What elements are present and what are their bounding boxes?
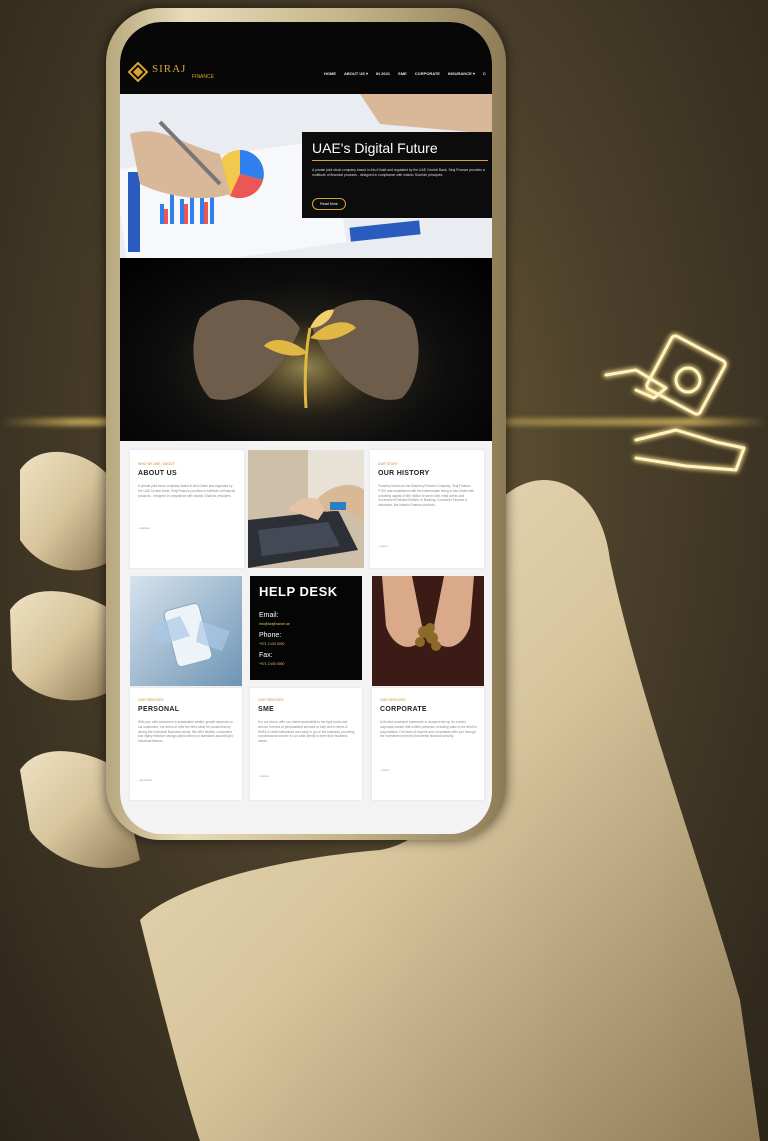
hero-title: UAE's Digital Future [312,140,438,156]
fax-value: +971 2 x00 0000 [259,662,285,666]
phone-value[interactable]: +971 2 x00 0000 [259,642,284,646]
personal-eyebrow: OUR SERVICES [138,698,164,702]
email-value[interactable]: info@sirajfinance.ae [259,622,290,626]
about-text: A private joint stock company based in A… [138,484,236,498]
about-us-card[interactable]: WHO WE ARE / ABOUT ABOUT US A private jo… [130,450,244,568]
nav-item-home[interactable]: HOME [324,71,336,76]
history-link[interactable]: › Learn [378,544,388,548]
hero-description: A private joint stock company based in A… [312,168,485,177]
nav-item-2021[interactable]: IN 2021 [376,71,390,76]
laptop-card-image [248,450,364,568]
our-history-card[interactable]: OUR STORY OUR HISTORY Formerly known as … [370,450,484,568]
nav-item-sme[interactable]: SME [398,71,407,76]
nav-item-corporate[interactable]: CORPORATE [415,71,440,76]
corporate-card[interactable]: OUR SERVICES CORPORATE In its fast consi… [372,688,484,800]
email-label: Email: [259,612,279,619]
personal-card[interactable]: OUR SERVICES PERSONAL With you, with cus… [130,688,242,800]
sme-eyebrow: OUR SERVICES [258,698,284,702]
hands-plant-image [193,299,419,418]
corporate-eyebrow: OUR SERVICES [380,698,406,702]
logo-subtext: FINANCE [192,74,214,80]
sme-title: SME [258,706,275,713]
phone-hologram-image [130,576,242,686]
page-bottom-strip [120,804,492,834]
history-text: Formerly known as the Mashreq Finance Co… [378,484,475,508]
growth-image-band [120,258,492,441]
nav-item-more[interactable]: C [483,71,486,76]
help-desk-panel: HELP DESK Email: info@sirajfinance.ae Ph… [250,576,362,680]
personal-link[interactable]: › Get More [138,778,152,782]
sme-link[interactable]: › Inquire [258,774,269,778]
corporate-title: CORPORATE [380,706,427,713]
website-header: SIRAJ FINANCE HOME ABOUT US ▾ IN 2021 SM… [120,22,492,94]
hero-divider [312,160,488,161]
help-desk-title: HELP DESK [259,584,338,599]
about-link[interactable]: › Explore [138,526,150,530]
corporate-text: In its fast consistent framework to dema… [380,720,478,739]
read-more-button[interactable]: Read More [312,198,346,210]
about-title: ABOUT US [138,470,177,477]
nav-item-about[interactable]: ABOUT US ▾ [344,71,368,76]
hero-banner: UAE's Digital Future A private joint sto… [120,94,492,258]
history-title: OUR HISTORY [378,470,430,477]
corporate-link[interactable]: › Learn [380,768,390,772]
logo-text[interactable]: SIRAJ [152,63,186,75]
phone-screen: SIRAJ FINANCE HOME ABOUT US ▾ IN 2021 SM… [120,22,492,834]
history-eyebrow: OUR STORY [378,462,399,466]
sme-text: It is our aim to offer our clients acces… [258,720,355,744]
coins-hands-image [372,576,484,686]
phone-label: Phone: [259,632,282,639]
main-navigation: HOME ABOUT US ▾ IN 2021 SME CORPORATE IN… [324,71,486,76]
fax-label: Fax: [259,652,273,659]
personal-text: With you, with customers in sustainable … [138,720,234,744]
logo-mark-icon [128,62,148,82]
hero-overlay-panel: UAE's Digital Future A private joint sto… [302,132,492,218]
sme-card[interactable]: OUR SERVICES SME It is our aim to offer … [250,688,362,800]
about-eyebrow: WHO WE ARE / ABOUT [138,462,175,466]
personal-title: PERSONAL [138,706,180,713]
nav-item-insurance[interactable]: INSURANCE ▾ [448,71,475,76]
